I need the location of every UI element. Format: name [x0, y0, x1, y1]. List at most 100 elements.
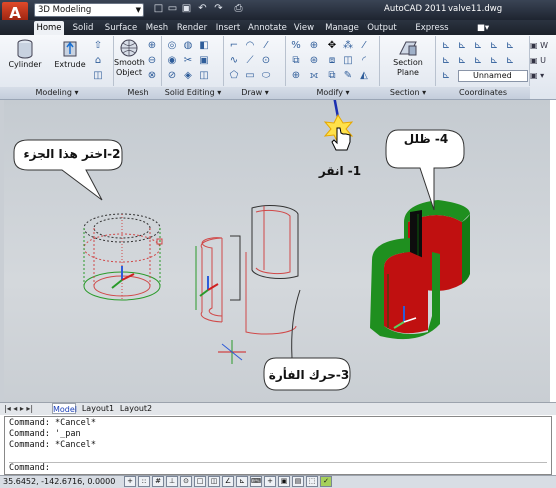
view-panel-partial[interactable]: ▣ W ▣ U ▣ ▾: [530, 38, 556, 86]
command-window[interactable]: Command: *Cancel* Command: '_pan Command…: [4, 416, 552, 475]
panel-title-modify[interactable]: Modify ▾: [286, 87, 380, 99]
ucs-object-icon[interactable]: ⊾: [488, 40, 500, 51]
align-icon[interactable]: ⁂: [342, 40, 354, 51]
tab-view[interactable]: View: [292, 21, 316, 35]
transparency-icon[interactable]: ▣: [278, 476, 290, 487]
ortho-mode-icon[interactable]: ⊥: [166, 476, 178, 487]
ucs-x-icon[interactable]: ⊾: [440, 55, 452, 66]
ucs-face-icon[interactable]: ⊾: [504, 55, 516, 66]
tab-express-tools[interactable]: Express Tools: [404, 21, 460, 47]
pan-move-icon[interactable]: ✥: [326, 40, 338, 51]
union-icon[interactable]: ◎: [166, 40, 178, 51]
ucs-view-icon[interactable]: ⊾: [504, 40, 516, 51]
section-plane-button[interactable]: Section Plane: [384, 38, 432, 78]
tab-render[interactable]: Render: [176, 21, 208, 35]
ribbon-minimize-icon[interactable]: ■▾: [474, 21, 492, 35]
infer-constraints-icon[interactable]: +: [124, 476, 136, 487]
polyline-icon[interactable]: ⌐: [228, 40, 240, 51]
mesh-smooth-more-icon[interactable]: ⊕: [146, 40, 158, 51]
smooth-object-button[interactable]: Smooth Object: [114, 38, 145, 78]
ucs-origin-icon[interactable]: ⊾: [472, 40, 484, 51]
rotate-icon[interactable]: %: [290, 40, 302, 51]
separate-icon[interactable]: ◫: [198, 70, 210, 81]
circle-icon[interactable]: ⊙: [260, 55, 272, 66]
ucs-3point-icon[interactable]: ⊾: [488, 55, 500, 66]
tab-surface[interactable]: Surface: [104, 21, 138, 35]
xline-icon[interactable]: ⟋: [244, 55, 256, 66]
tab-output[interactable]: Output: [366, 21, 398, 35]
panel-title-solid-editing[interactable]: Solid Editing ▾: [162, 87, 224, 99]
thicken-icon[interactable]: ◈: [182, 70, 194, 81]
tab-solid[interactable]: Solid: [70, 21, 96, 35]
copy-icon[interactable]: ⧉: [290, 55, 302, 66]
intersect-icon[interactable]: ◉: [166, 55, 178, 66]
tab-layout2[interactable]: Layout2: [118, 403, 154, 414]
3d-object-snap-icon[interactable]: ◫: [208, 476, 220, 487]
chamfer-icon[interactable]: ◭: [358, 70, 370, 81]
erase-icon[interactable]: ✎: [342, 70, 354, 81]
panel-title-coordinates[interactable]: Coordinates: [436, 87, 530, 99]
polygon-icon[interactable]: ⬠: [228, 70, 240, 81]
interfere-icon[interactable]: ⊘: [166, 70, 178, 81]
panel-title-draw[interactable]: Draw ▾: [224, 87, 286, 99]
tab-annotate[interactable]: Annotate: [248, 21, 287, 35]
dynamic-input-icon[interactable]: ⌨: [250, 476, 262, 487]
tab-home[interactable]: Home: [34, 21, 64, 35]
lineweight-icon[interactable]: +: [264, 476, 276, 487]
offset-icon[interactable]: ⧈: [326, 55, 338, 66]
fillet-icon[interactable]: ◜: [358, 55, 370, 66]
grid-display-icon[interactable]: #: [152, 476, 164, 487]
undo-icon[interactable]: ↶: [196, 3, 209, 15]
quick-properties-icon[interactable]: ▤: [292, 476, 304, 487]
arc-icon[interactable]: ◠: [244, 40, 256, 51]
command-prompt[interactable]: Command:: [9, 462, 547, 474]
mesh-refine-icon[interactable]: ⊗: [146, 70, 158, 81]
tab-mesh[interactable]: Mesh: [144, 21, 170, 35]
tab-layout1[interactable]: Layout1: [80, 403, 116, 414]
shaded-half-shells[interactable]: [370, 200, 470, 340]
box-icon[interactable]: ◫: [92, 70, 104, 81]
subtract-icon[interactable]: ◍: [182, 40, 194, 51]
extrude-faces-icon[interactable]: ▣: [198, 55, 210, 66]
wireframe-half-shells[interactable]: [195, 205, 299, 335]
ucs-icon[interactable]: ⊾: [440, 40, 452, 51]
annotation-monitor-icon[interactable]: ✓: [320, 476, 332, 487]
snap-mode-icon[interactable]: ::: [138, 476, 150, 487]
slice-icon[interactable]: ✂: [182, 55, 194, 66]
extract-edges-icon[interactable]: ◧: [198, 40, 210, 51]
polysolid-icon[interactable]: ⌂: [92, 55, 104, 66]
extrude-button[interactable]: Extrude: [52, 38, 88, 70]
object-snap-icon[interactable]: □: [194, 476, 206, 487]
wireframe-cylinder-selected[interactable]: [83, 213, 163, 301]
trim-icon[interactable]: ⁄: [358, 40, 370, 51]
ucs-z-icon[interactable]: ⊾: [472, 55, 484, 66]
scale-icon[interactable]: ⊕: [290, 70, 302, 81]
plot-icon[interactable]: ⎙: [232, 3, 245, 15]
object-snap-tracking-icon[interactable]: ∠: [222, 476, 234, 487]
save-icon[interactable]: ▣: [180, 3, 193, 15]
mesh-smooth-less-icon[interactable]: ⊖: [146, 55, 158, 66]
redo-icon[interactable]: ↷: [212, 3, 225, 15]
dynamic-ucs-icon[interactable]: ⊾: [236, 476, 248, 487]
tab-model[interactable]: Model: [52, 403, 77, 414]
explode-icon[interactable]: ⧉: [326, 70, 338, 81]
3d-move-icon[interactable]: ⊕: [308, 40, 320, 51]
open-icon[interactable]: ▭: [166, 3, 179, 15]
workspace-dropdown[interactable]: 3D Modeling ▼: [34, 3, 144, 17]
ucs-y-icon[interactable]: ⊾: [456, 55, 468, 66]
panel-title-section[interactable]: Section ▾: [380, 87, 436, 99]
ucs-named-dropdown[interactable]: Unnamed: [458, 70, 528, 82]
line-icon[interactable]: ⁄: [260, 40, 272, 51]
cylinder-button[interactable]: Cylinder: [4, 38, 46, 70]
stretch-icon[interactable]: ⟗: [308, 70, 320, 81]
presspull-icon[interactable]: ⇧: [92, 40, 104, 51]
polar-tracking-icon[interactable]: ⊙: [180, 476, 192, 487]
new-icon[interactable]: □: [152, 3, 165, 15]
ucs-world-icon[interactable]: ⊾: [456, 40, 468, 51]
panel-title-mesh[interactable]: Mesh: [114, 87, 162, 99]
ellipse-icon[interactable]: ⬭: [260, 70, 272, 81]
tab-insert[interactable]: Insert: [214, 21, 242, 35]
spline-icon[interactable]: ∿: [228, 55, 240, 66]
selection-cycling-icon[interactable]: ⬚: [306, 476, 318, 487]
panel-title-modeling[interactable]: Modeling ▾: [0, 87, 114, 99]
